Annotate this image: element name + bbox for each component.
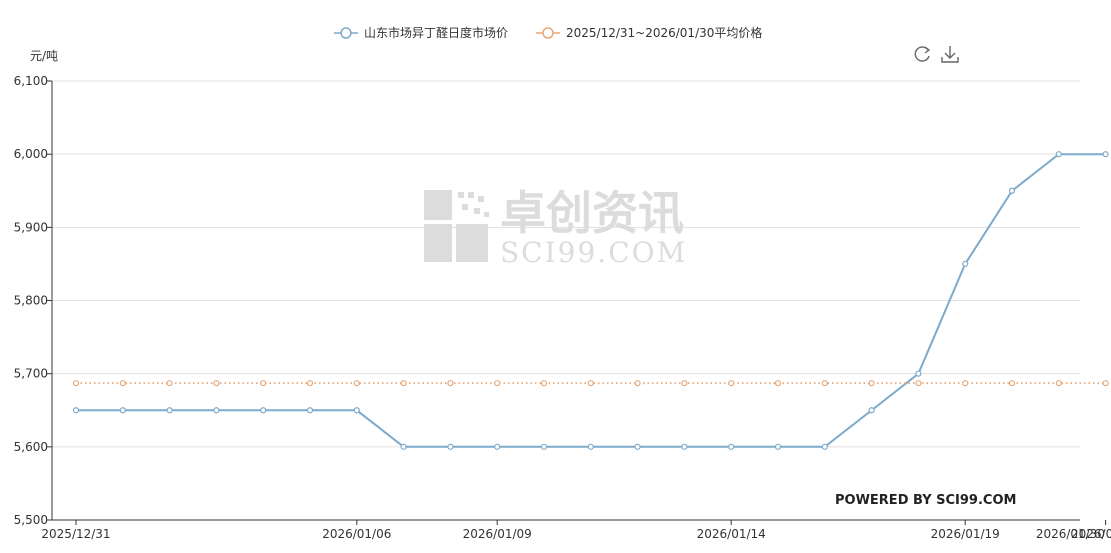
data-point[interactable] xyxy=(587,380,594,387)
watermark: 卓创资讯 SCI99.COM xyxy=(424,186,687,269)
data-point[interactable] xyxy=(774,443,782,450)
data-point[interactable] xyxy=(353,380,360,387)
data-point[interactable] xyxy=(166,380,173,387)
y-axis-unit: 元/吨 xyxy=(30,49,58,63)
x-tick-label: 2026/01/09 xyxy=(463,527,532,541)
data-point[interactable] xyxy=(72,407,80,414)
data-point[interactable] xyxy=(72,380,80,387)
watermark-cn: 卓创资讯 xyxy=(500,186,684,240)
legend-marker-average-price xyxy=(542,27,554,39)
data-point[interactable] xyxy=(540,443,548,450)
watermark-en: SCI99.COM xyxy=(500,236,687,269)
data-point[interactable] xyxy=(353,407,360,414)
legend: 山东市场异丁醛日度市场价 2025/12/31~2026/01/30平均价格 xyxy=(334,25,762,40)
line-chart: 卓创资讯 SCI99.COM 5,500 5,600 5,700 5,800 5,900… xyxy=(14,25,1111,541)
data-point[interactable] xyxy=(540,380,548,387)
data-point[interactable] xyxy=(915,380,922,387)
data-point[interactable] xyxy=(962,380,969,387)
y-tick-label: 6,000 xyxy=(14,147,48,161)
legend-item-average-price[interactable]: 2025/12/31~2026/01/30平均价格 xyxy=(536,25,762,40)
y-axis-ticks: 5,500 5,600 5,700 5,800 5,900 6,000 6,100 xyxy=(14,74,52,527)
data-point[interactable] xyxy=(681,443,688,450)
data-point[interactable] xyxy=(634,380,641,387)
data-point[interactable] xyxy=(400,380,407,387)
x-tick-label: 2026/01/19 xyxy=(931,527,1000,541)
data-point[interactable] xyxy=(587,443,594,450)
powered-by-label: POWERED BY SCI99.COM xyxy=(835,493,1016,508)
data-point[interactable] xyxy=(1055,151,1062,158)
data-point[interactable] xyxy=(166,407,173,414)
data-point[interactable] xyxy=(1008,187,1016,194)
data-point[interactable] xyxy=(447,443,454,450)
data-point[interactable] xyxy=(213,407,220,414)
data-point[interactable] xyxy=(260,380,267,387)
watermark-logo xyxy=(424,190,489,262)
y-tick-label: 5,600 xyxy=(14,440,48,454)
data-point[interactable] xyxy=(728,443,735,450)
data-point[interactable] xyxy=(821,380,828,387)
data-point[interactable] xyxy=(868,380,875,387)
x-axis-ticks: 2025/12/31 2026/01/06 2026/01/09 2026/01/14… xyxy=(41,520,1111,541)
x-tick-label: 2026/01/30 xyxy=(1036,527,1105,541)
data-point[interactable] xyxy=(774,380,782,387)
data-point[interactable] xyxy=(868,407,875,414)
data-point[interactable] xyxy=(821,443,828,450)
data-point[interactable] xyxy=(306,407,314,414)
data-point[interactable] xyxy=(1008,380,1016,387)
data-point[interactable] xyxy=(260,407,267,414)
legend-item-market-price[interactable]: 山东市场异丁醛日度市场价 xyxy=(334,25,508,40)
x-tick-label: 2025/12/31 xyxy=(41,527,110,541)
legend-marker-market-price xyxy=(340,27,352,39)
x-tick-label: 2026/01/14 xyxy=(697,527,766,541)
data-point[interactable] xyxy=(962,260,969,268)
y-tick-label: 5,700 xyxy=(14,367,48,381)
data-point[interactable] xyxy=(1102,380,1109,387)
data-point[interactable] xyxy=(681,380,688,387)
refresh-icon[interactable] xyxy=(911,43,933,65)
data-point[interactable] xyxy=(494,380,501,387)
y-tick-label: 5,800 xyxy=(14,294,48,308)
data-point[interactable] xyxy=(1055,380,1062,387)
data-point[interactable] xyxy=(400,443,407,450)
data-point[interactable] xyxy=(306,380,314,387)
y-tick-label: 5,500 xyxy=(14,513,48,527)
x-tick-label: 2026/01/06 xyxy=(322,527,391,541)
data-point[interactable] xyxy=(447,380,454,387)
data-point[interactable] xyxy=(213,380,220,387)
data-point[interactable] xyxy=(119,380,126,387)
data-point[interactable] xyxy=(915,370,922,377)
legend-label-average-price: 2025/12/31~2026/01/30平均价格 xyxy=(566,25,762,40)
data-point[interactable] xyxy=(1102,151,1109,158)
y-tick-label: 5,900 xyxy=(14,220,48,234)
data-point[interactable] xyxy=(494,443,501,450)
data-point[interactable] xyxy=(728,380,735,387)
data-point[interactable] xyxy=(634,443,641,450)
download-icon[interactable] xyxy=(939,43,961,65)
data-point[interactable] xyxy=(119,407,126,414)
y-tick-label: 6,100 xyxy=(14,74,48,88)
legend-label-market-price: 山东市场异丁醛日度市场价 xyxy=(364,25,508,40)
